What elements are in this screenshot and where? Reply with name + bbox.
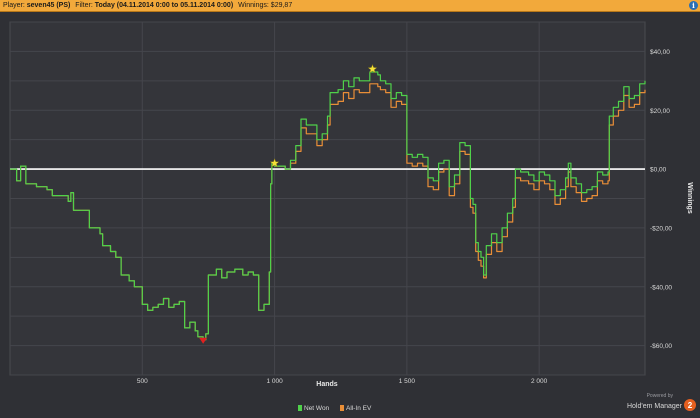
y-tick-label: -$40,00	[650, 284, 672, 291]
powered-by-text: Powered by	[647, 393, 674, 399]
x-tick-label: 500	[137, 378, 148, 385]
x-tick-label: 2 000	[531, 378, 548, 385]
winnings-label: Winnings:	[238, 2, 269, 9]
legend-label: Net Won	[304, 405, 330, 412]
chart-legend: Net Won All-In EV	[298, 405, 372, 412]
x-tick-label: 1 500	[399, 378, 416, 385]
player-label: Player:	[3, 2, 25, 9]
legend-label: All-In EV	[346, 405, 372, 412]
x-tick-label: 1 000	[266, 378, 283, 385]
filter-value: Today (04.11.2014 0:00 to 05.11.2014 0:0…	[94, 2, 234, 9]
hem-branding: Powered by Hold'em Manager 2	[627, 393, 696, 411]
y-tick-label: $20,00	[650, 108, 670, 115]
y-tick-label: $0,00	[650, 167, 667, 174]
winnings-chart: 500 1 000 1 500 2 000 $40,00 $20,00 $0,00 -$20,…	[9, 21, 693, 412]
y-tick-label: $40,00	[650, 49, 670, 56]
filter-header: Player: seven45 (PS) Filter: Today (04.1…	[0, 0, 700, 12]
winnings-value: $29,87	[270, 2, 293, 9]
product-name: Hold'em Manager	[627, 403, 683, 410]
y-tick-label: -$20,00	[650, 225, 672, 232]
product-version: 2	[688, 401, 693, 410]
player-value: seven45 (PS)	[26, 2, 71, 9]
filter-label: Filter:	[75, 2, 93, 9]
y-axis-label: Winnings	[686, 182, 693, 214]
y-tick-label: -$60,00	[650, 343, 672, 350]
legend-swatch	[298, 405, 302, 411]
legend-swatch	[340, 405, 344, 411]
x-axis-label: Hands	[316, 381, 338, 388]
info-icon[interactable]: i	[689, 1, 698, 10]
